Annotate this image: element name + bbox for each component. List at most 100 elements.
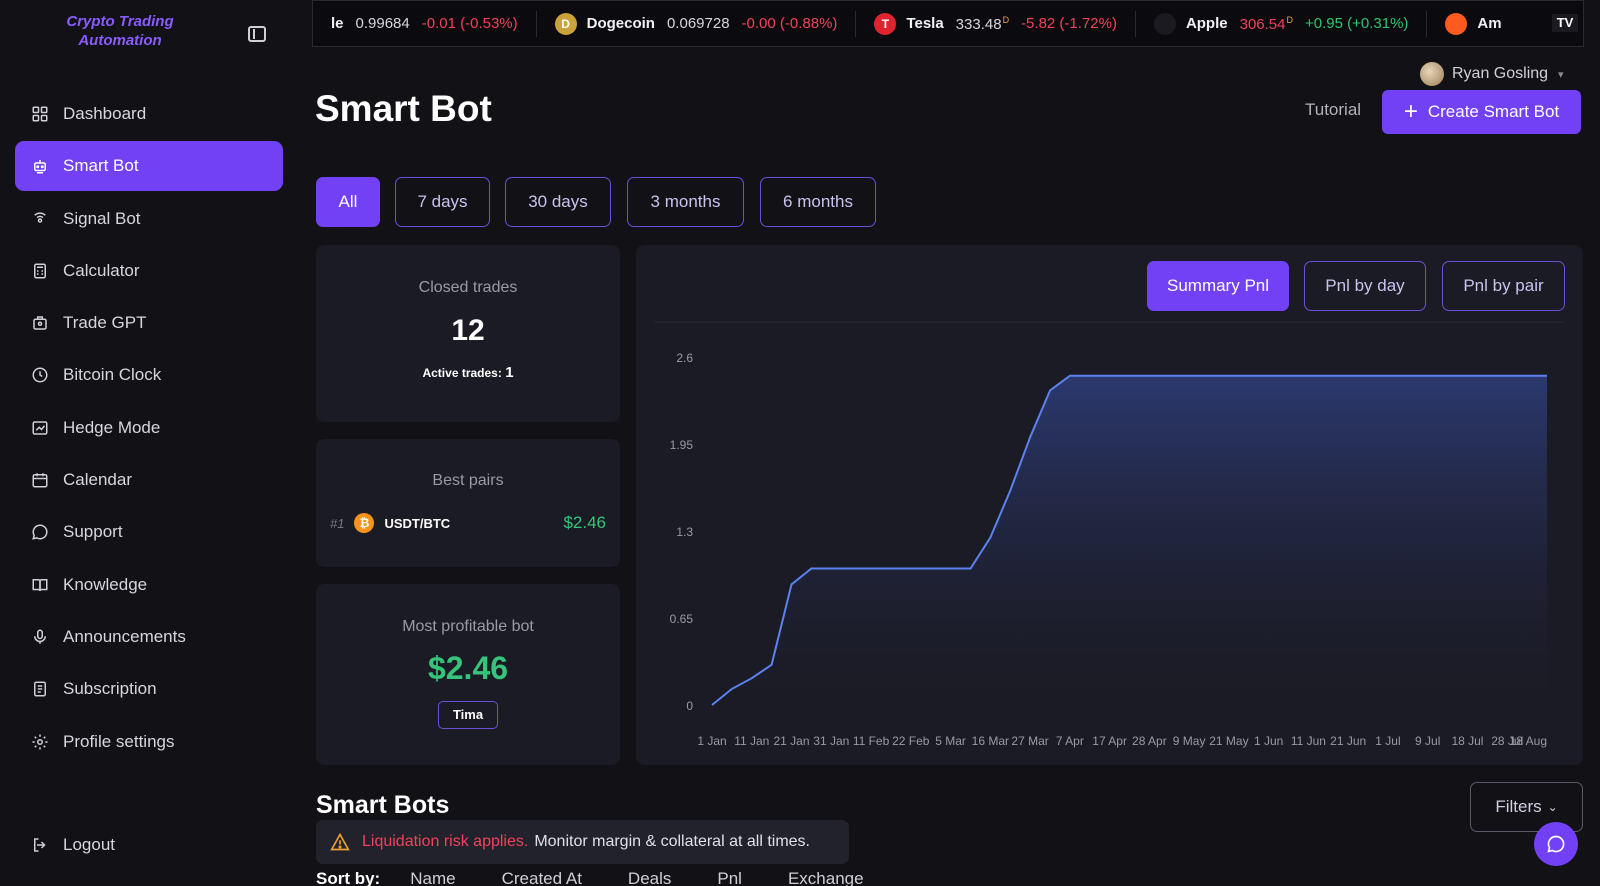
sort-option-deals[interactable]: Deals <box>628 869 671 886</box>
period-6-months[interactable]: 6 months <box>760 177 876 227</box>
chat-support-button[interactable] <box>1534 822 1578 866</box>
microphone-icon <box>31 628 49 646</box>
sidebar: Crypto Trading Automation Dashboard Smart… <box>0 0 300 886</box>
period-30-days[interactable]: 30 days <box>505 177 611 227</box>
period-3-months[interactable]: 3 months <box>627 177 744 227</box>
best-pairs-title: Best pairs <box>432 472 504 489</box>
user-menu[interactable]: Ryan Gosling ▾ <box>1420 62 1564 86</box>
ticker-item[interactable]: Am <box>1427 11 1531 37</box>
closed-trades-card: Closed trades 12 Active trades: 1 <box>316 245 620 422</box>
calculator-icon <box>31 262 49 280</box>
x-tick-label: 18 Aug <box>1510 734 1547 748</box>
x-tick-label: 21 Jan <box>774 734 810 748</box>
pair-rank: #1 <box>330 515 345 531</box>
sidebar-item-bitcoin-clock[interactable]: Bitcoin Clock <box>15 350 283 400</box>
ticker-name: Apple <box>1185 15 1228 32</box>
warning-risk-text: Liquidation risk applies. <box>362 833 529 850</box>
ticker-name: Tesla <box>906 15 944 32</box>
x-tick-label: 9 Jul <box>1415 734 1440 748</box>
sort-option-exchange[interactable]: Exchange <box>788 869 864 886</box>
logout-button[interactable]: Logout <box>15 820 283 870</box>
sidebar-item-announcements[interactable]: Announcements <box>15 612 283 662</box>
logout-icon <box>31 836 49 854</box>
ticker-delay-badge: D <box>1286 14 1294 25</box>
period-all[interactable]: All <box>316 177 380 227</box>
book-icon <box>31 576 49 594</box>
ticker-item[interactable]: le 0.99684 -0.01 (-0.53%) <box>313 10 537 37</box>
y-tick-label: 1.95 <box>670 438 694 452</box>
sidebar-item-hedge-mode[interactable]: Hedge Mode <box>15 403 283 453</box>
tab-summary-pnl[interactable]: Summary Pnl <box>1147 261 1289 311</box>
tab-pnl-by-day[interactable]: Pnl by day <box>1304 261 1426 311</box>
gpt-icon <box>31 314 49 332</box>
sidebar-item-label: Hedge Mode <box>63 417 161 437</box>
ticker-item[interactable]: T Tesla 333.48D -5.82 (-1.72%) <box>856 10 1136 37</box>
sidebar-item-smart-bot[interactable]: Smart Bot <box>15 141 283 192</box>
tutorial-link[interactable]: Tutorial <box>1305 100 1361 120</box>
x-tick-label: 22 Feb <box>892 734 930 748</box>
tab-pnl-by-pair[interactable]: Pnl by pair <box>1442 261 1565 311</box>
robot-icon <box>31 157 49 175</box>
ticker-price-value: 306.54 <box>1239 15 1286 33</box>
ticker-change: -0.00 (-0.88%) <box>741 15 838 32</box>
create-smart-bot-button[interactable]: + Create Smart Bot <box>1382 90 1581 134</box>
sidebar-nav: Dashboard Smart Bot Signal Bot Calculator Tr… <box>15 89 283 769</box>
closed-trades-value: 12 <box>451 314 485 347</box>
ticker-logo-icon: D <box>554 12 577 35</box>
warning-icon <box>330 832 350 851</box>
x-tick-label: 27 Mar <box>1011 734 1048 748</box>
active-trades-label: Active trades: <box>422 366 502 380</box>
sidebar-item-label: Calendar <box>63 470 132 490</box>
sort-option-name[interactable]: Name <box>410 869 455 886</box>
sidebar-item-label: Dashboard <box>63 104 147 123</box>
ticker-price-value: 0.069728 <box>666 15 730 32</box>
bot-name-tag[interactable]: Tima <box>438 701 498 729</box>
sidebar-item-label: Bitcoin Clock <box>63 365 162 385</box>
chat-bubble-icon <box>31 523 49 541</box>
pair-row[interactable]: #1 ₿ USDT/BTC $2.46 <box>330 513 606 533</box>
sidebar-item-calendar[interactable]: Calendar <box>15 455 283 505</box>
sort-by-label: Sort by: <box>316 869 381 886</box>
filters-label: Filters <box>1495 797 1542 816</box>
sort-option-created-at[interactable]: Created At <box>502 869 582 886</box>
x-tick-label: 9 May <box>1173 734 1206 748</box>
period-7-days[interactable]: 7 days <box>395 177 490 227</box>
sidebar-item-label: Smart Bot <box>63 156 139 176</box>
sidebar-item-trade-gpt[interactable]: Trade GPT <box>15 298 283 348</box>
sidebar-item-label: Knowledge <box>63 574 148 594</box>
ticker-tape[interactable]: le 0.99684 -0.01 (-0.53%) D Dogecoin 0.069728… <box>312 0 1584 47</box>
ticker-logo-icon <box>1153 12 1176 35</box>
x-tick-label: 21 May <box>1209 734 1248 748</box>
sort-option-pnl[interactable]: Pnl <box>717 869 742 886</box>
gear-icon <box>31 733 49 751</box>
sort-by-row: Sort by: Name Created At Deals Pnl Excha… <box>316 869 910 886</box>
grid-icon <box>31 105 49 123</box>
y-tick-label: 2.6 <box>676 351 693 365</box>
ticker-logo-icon: T <box>874 12 897 35</box>
sidebar-item-signal-bot[interactable]: Signal Bot <box>15 194 283 244</box>
brand-logo[interactable]: Crypto Trading Automation <box>50 12 190 50</box>
sidebar-item-calculator[interactable]: Calculator <box>15 246 283 296</box>
sidebar-item-subscription[interactable]: Subscription <box>15 664 283 714</box>
x-tick-label: 1 Jul <box>1375 734 1400 748</box>
signal-icon <box>31 210 49 228</box>
sidebar-item-dashboard[interactable]: Dashboard <box>15 89 283 139</box>
sidebar-item-knowledge[interactable]: Knowledge <box>15 560 283 610</box>
ticker-item[interactable]: D Dogecoin 0.069728 -0.00 (-0.88%) <box>537 10 857 37</box>
x-tick-label: 5 Mar <box>935 734 966 748</box>
ticker-price: 306.54D <box>1240 15 1293 33</box>
sidebar-item-profile-settings[interactable]: Profile settings <box>15 717 283 767</box>
most-profitable-bot-title: Most profitable bot <box>402 618 534 635</box>
sidebar-item-label: Trade GPT <box>63 313 147 333</box>
most-profitable-bot-card: Most profitable bot $2.46 Tima <box>316 584 620 765</box>
avatar <box>1420 62 1444 86</box>
brand-line-1: Crypto Trading <box>66 13 174 30</box>
sidebar-item-support[interactable]: Support <box>15 507 283 557</box>
brand-line-2: Automation <box>78 32 162 49</box>
sidebar-item-label: Subscription <box>63 679 157 699</box>
ticker-item[interactable]: Apple 306.54D +0.95 (+0.31%) <box>1136 10 1428 37</box>
x-tick-label: 1 Jan <box>697 734 726 748</box>
sidebar-collapse-icon[interactable] <box>248 26 266 42</box>
clock-icon <box>31 366 49 384</box>
tradingview-logo-icon[interactable]: TV <box>1552 14 1578 32</box>
